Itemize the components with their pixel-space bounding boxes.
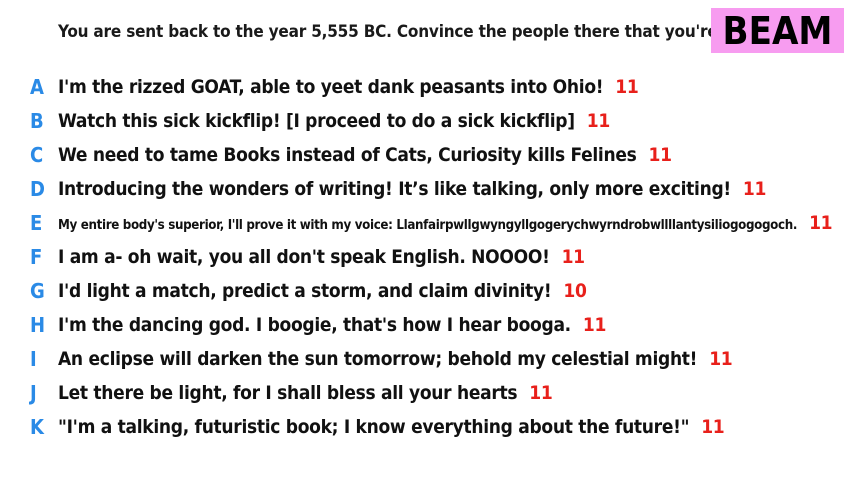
answer-text: We need to tame Books instead of Cats, C… (58, 144, 672, 166)
answer-text: I am a- oh wait, you all don't speak Eng… (58, 246, 585, 268)
answer-body: My entire body's superior, I'll prove it… (58, 218, 798, 233)
answer-score: 11 (586, 110, 610, 132)
answer-text: I'm the rizzed GOAT, able to yeet dank p… (58, 76, 639, 98)
answer-letter: K (30, 415, 44, 439)
answer-letter: J (30, 381, 37, 405)
answer-score: 11 (648, 144, 672, 166)
answer-letter: A (30, 75, 44, 99)
answer-body: I'm the dancing god. I boogie, that's ho… (58, 314, 571, 336)
answer-text: An eclipse will darken the sun tomorrow;… (58, 348, 733, 370)
answer-letter: B (30, 109, 44, 133)
answer-score: 10 (563, 280, 587, 302)
answer-score: 11 (701, 416, 725, 438)
answer-text: "I'm a talking, futuristic book; I know … (58, 416, 725, 438)
answer-text: Introducing the wonders of writing! It’s… (58, 178, 766, 200)
answer-letter: C (30, 143, 44, 167)
answer-letter: D (30, 177, 45, 201)
answer-body: "I'm a talking, futuristic book; I know … (58, 416, 690, 438)
answer-letter: F (30, 245, 43, 269)
answer-score: 11 (582, 314, 607, 336)
beam-badge: BEAM (711, 8, 844, 53)
answer-text: I'd light a match, predict a storm, and … (58, 280, 587, 302)
answer-body: Let there be light, for I shall bless al… (58, 382, 518, 404)
answer-text: I'm the dancing god. I boogie, that's ho… (58, 314, 606, 336)
answer-body: Watch this sick kickflip! [I proceed to … (58, 110, 575, 132)
answer-body: Introducing the wonders of writing! It’s… (58, 178, 731, 200)
answer-letter: H (30, 313, 46, 337)
answer-letter: I (30, 347, 37, 371)
answer-body: An eclipse will darken the sun tomorrow;… (58, 348, 698, 370)
answer-letter: E (30, 211, 43, 235)
answer-text: Let there be light, for I shall bless al… (58, 382, 553, 404)
answer-body: I'm the rizzed GOAT, able to yeet dank p… (58, 76, 604, 98)
answer-score: 11 (742, 178, 767, 200)
answer-letter: G (30, 279, 45, 303)
answer-score: 11 (709, 348, 733, 370)
answer-score: 11 (529, 382, 553, 404)
answer-score: 11 (561, 246, 585, 268)
question-prompt: You are sent back to the year 5,555 BC. … (58, 22, 776, 42)
answer-text: Watch this sick kickflip! [I proceed to … (58, 110, 610, 132)
answer-text: My entire body's superior, I'll prove it… (58, 212, 833, 234)
answer-body: I am a- oh wait, you all don't speak Eng… (58, 246, 550, 268)
answer-score: 11 (615, 76, 639, 98)
answer-body: We need to tame Books instead of Cats, C… (58, 144, 637, 166)
answer-score: 11 (809, 212, 833, 234)
answer-body: I'd light a match, predict a storm, and … (58, 280, 552, 302)
